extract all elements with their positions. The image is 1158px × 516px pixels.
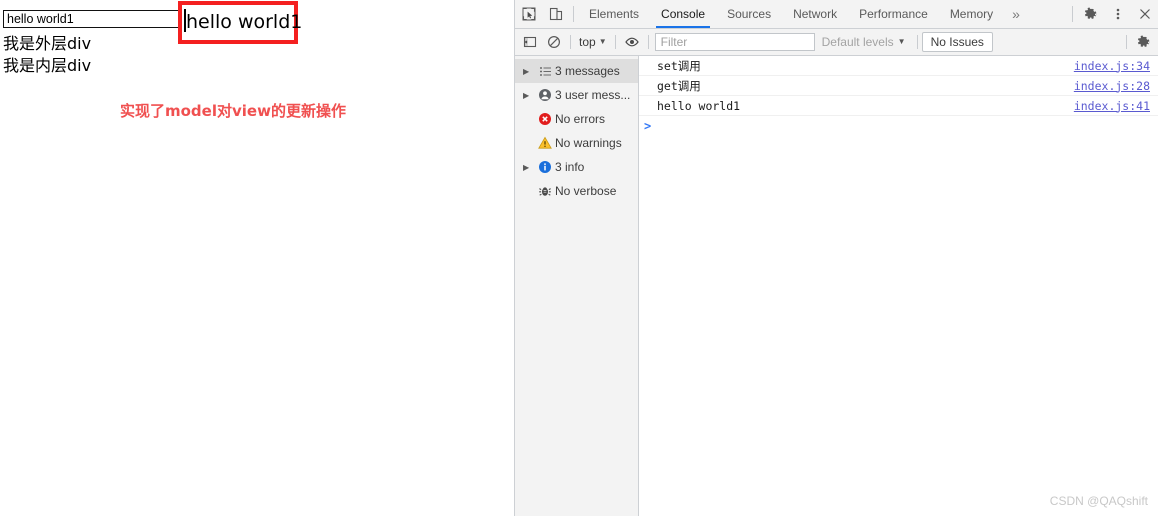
browser-page-content: 我是外层div 我是内层div hello world1 实现了model对vi…: [0, 0, 514, 516]
toolbar-divider: [573, 6, 574, 22]
more-options-icon[interactable]: [1104, 0, 1131, 28]
console-sidebar-toggle-icon[interactable]: [518, 31, 542, 53]
console-message-row[interactable]: get调用 index.js:28: [639, 76, 1158, 96]
error-icon: [535, 112, 555, 126]
annotation-box-label: hello world1: [186, 11, 303, 33]
console-message-list: set调用 index.js:34 get调用 index.js:28 hell…: [639, 56, 1158, 516]
more-tabs-icon[interactable]: »: [1004, 0, 1028, 28]
list-icon: [535, 65, 555, 78]
tab-network[interactable]: Network: [782, 0, 848, 28]
warning-icon: [535, 136, 555, 150]
clear-console-icon[interactable]: [542, 31, 566, 53]
sidebar-item-info-label: 3 info: [555, 160, 585, 174]
settings-gear-icon[interactable]: [1077, 0, 1104, 28]
sidebar-item-messages-label: 3 messages: [555, 64, 620, 78]
inspect-element-icon[interactable]: [515, 0, 542, 28]
tab-memory[interactable]: Memory: [939, 0, 1004, 28]
console-message-source[interactable]: index.js:28: [1074, 79, 1150, 93]
devtools-tabbar: Elements Console Sources Network Perform…: [515, 0, 1158, 29]
log-levels-selector[interactable]: Default levels ▼: [815, 35, 913, 49]
text-input[interactable]: [3, 10, 179, 28]
expand-arrow-icon-user[interactable]: ▶: [523, 91, 535, 100]
console-message-text: hello world1: [657, 98, 741, 113]
sidebar-item-errors-label: No errors: [555, 112, 606, 126]
chevron-down-icon: ▼: [598, 37, 607, 46]
console-toolbar-divider-3: [647, 35, 649, 49]
inner-div-text: 我是内层div: [3, 56, 92, 75]
device-toolbar-icon[interactable]: [542, 0, 569, 28]
verbose-icon: [535, 184, 555, 198]
expand-arrow-icon[interactable]: ▶: [523, 67, 535, 76]
sidebar-item-errors[interactable]: ▶ No errors: [515, 107, 638, 131]
info-icon: [535, 160, 555, 174]
console-toolbar-divider-5: [1126, 35, 1127, 49]
tab-console[interactable]: Console: [650, 0, 716, 28]
console-body: ▶ 3 messages ▶ 3 user mess... No errors …: [515, 56, 1158, 516]
filter-input[interactable]: [654, 33, 815, 51]
console-settings-gear-icon[interactable]: [1131, 31, 1155, 53]
user-icon: [535, 88, 555, 102]
tab-elements[interactable]: Elements: [578, 0, 650, 28]
devtools-panel: Elements Console Sources Network Perform…: [514, 0, 1158, 516]
no-issues-button[interactable]: No Issues: [921, 32, 993, 52]
console-sidebar: ▶ 3 messages ▶ 3 user mess... No errors …: [515, 56, 639, 516]
console-prompt[interactable]: >: [639, 116, 1158, 136]
watermark: CSDN @QAQshift: [1049, 494, 1148, 508]
execution-context-selector[interactable]: top ▼: [575, 35, 611, 49]
sidebar-item-warnings-label: No warnings: [555, 136, 622, 150]
sidebar-item-user-messages[interactable]: ▶ 3 user mess...: [515, 83, 638, 107]
tab-sources[interactable]: Sources: [716, 0, 782, 28]
outer-div-text: 我是外层div: [3, 34, 92, 53]
execution-context-label: top: [579, 35, 596, 49]
close-devtools-icon[interactable]: [1131, 0, 1158, 28]
console-message-row[interactable]: hello world1 index.js:41: [639, 96, 1158, 116]
console-message-text: get调用: [657, 78, 701, 93]
console-message-source[interactable]: index.js:41: [1074, 99, 1150, 113]
log-levels-label: Default levels: [821, 35, 894, 49]
sidebar-item-user-messages-label: 3 user mess...: [555, 88, 631, 102]
sidebar-item-warnings[interactable]: ▶ No warnings: [515, 131, 638, 155]
console-message-text: set调用: [657, 58, 701, 73]
console-toolbar-divider-2: [614, 35, 616, 49]
live-expression-eye-icon[interactable]: [620, 31, 644, 53]
console-toolbar-divider-1: [570, 35, 571, 49]
sidebar-item-info[interactable]: ▶ 3 info: [515, 155, 638, 179]
chevron-down-icon-levels: ▼: [897, 37, 906, 46]
expand-arrow-icon-info[interactable]: ▶: [523, 163, 535, 172]
console-prompt-caret-icon: >: [644, 119, 652, 133]
console-toolbar: top ▼ Default levels ▼ No Issues: [515, 29, 1158, 56]
console-toolbar-divider-4: [916, 35, 918, 49]
sidebar-item-verbose-label: No verbose: [555, 184, 617, 198]
annotation-note: 实现了model对view的更新操作: [120, 102, 346, 120]
tab-performance[interactable]: Performance: [848, 0, 939, 28]
sidebar-item-verbose[interactable]: ▶ No verbose: [515, 179, 638, 203]
console-message-row[interactable]: set调用 index.js:34: [639, 56, 1158, 76]
sidebar-item-messages[interactable]: ▶ 3 messages: [515, 59, 638, 83]
console-message-source[interactable]: index.js:34: [1074, 59, 1150, 73]
toolbar-divider-right: [1072, 6, 1073, 22]
